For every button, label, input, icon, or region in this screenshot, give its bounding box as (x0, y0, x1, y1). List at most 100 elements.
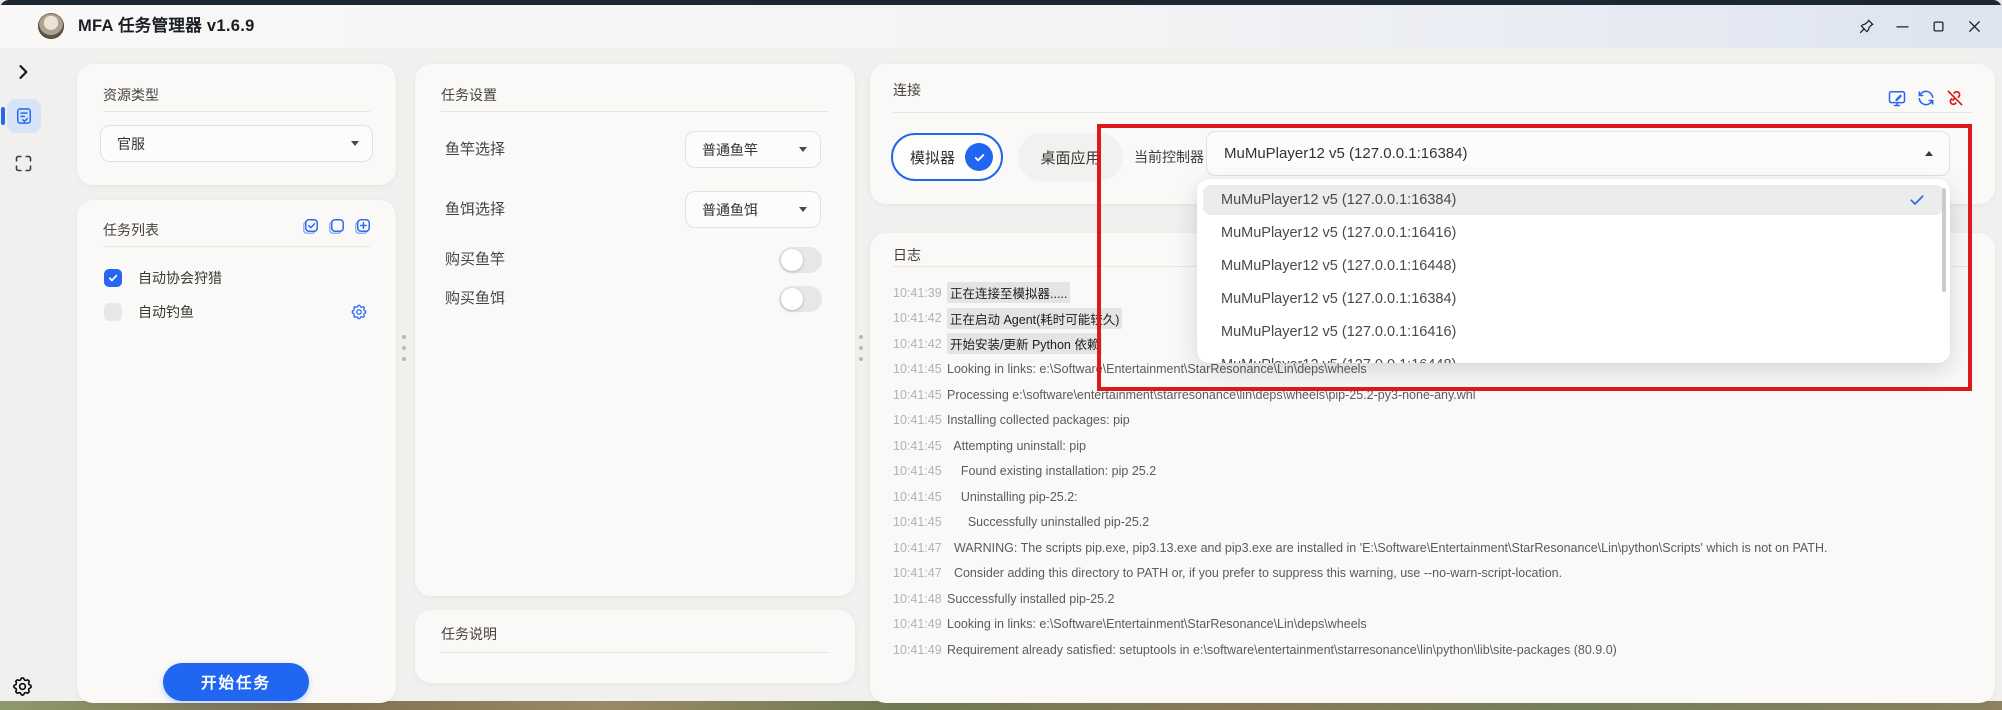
select-all-icon[interactable] (301, 217, 320, 236)
log-row: 10:41:48Successfully installed pip-25.2 (893, 586, 1972, 612)
log-time: 10:41:47 (893, 541, 947, 555)
log-message: Requirement already satisfied: setuptool… (947, 643, 1617, 657)
task-description-panel: 任务说明 (415, 610, 855, 683)
log-message: 正在连接至模拟器..... (947, 282, 1070, 303)
add-task-icon[interactable] (353, 217, 372, 236)
task-checkbox-checked[interactable] (104, 269, 122, 287)
dropdown-option-selected[interactable]: MuMuPlayer12 v5 (127.0.0.1:16384) (1203, 185, 1944, 215)
task-list-actions (301, 217, 372, 236)
panel-title: 资源类型 (103, 85, 159, 105)
task-settings-gear-icon[interactable] (350, 303, 368, 321)
titlebar[interactable]: MFA 任务管理器 v1.6.9 (0, 5, 2002, 48)
settings-gear-icon[interactable] (11, 675, 34, 698)
log-time: 10:41:45 (893, 515, 947, 529)
minimize-button[interactable] (1890, 15, 1914, 39)
log-time: 10:41:45 (893, 362, 947, 376)
bait-select-value: 普通鱼饵 (702, 200, 758, 220)
tab-desktop-app[interactable]: 桌面应用 (1018, 133, 1123, 181)
toggle-knob (781, 288, 803, 310)
dropdown-option[interactable]: MuMuPlayer12 v5 (127.0.0.1:16448) (1203, 251, 1944, 281)
dropdown-option[interactable]: MuMuPlayer12 v5 (127.0.0.1:16384) (1203, 284, 1944, 314)
chevron-down-icon (351, 141, 359, 146)
divider (441, 652, 829, 653)
refresh-icon[interactable] (1916, 88, 1936, 108)
log-time: 10:41:45 (893, 388, 947, 402)
task-list-panel: 任务列表 自动协会狩猎 自动钓鱼 开始任务 (77, 200, 396, 703)
log-message: Processing e:\software\entertainment\sta… (947, 388, 1476, 402)
tab-emulator-label: 模拟器 (910, 147, 955, 168)
chevron-down-icon (799, 147, 807, 152)
maximize-button[interactable] (1926, 15, 1950, 39)
task-label[interactable]: 自动钓鱼 (138, 302, 194, 322)
controller-label: 当前控制器 (1134, 133, 1204, 181)
dropdown-option-label: MuMuPlayer12 v5 (127.0.0.1:16416) (1221, 324, 1456, 340)
chevron-down-icon (799, 207, 807, 212)
panel-title: 任务列表 (103, 220, 159, 240)
log-row: 10:41:45 Successfully uninstalled pip-25… (893, 510, 1972, 536)
panel-title: 日志 (893, 245, 921, 265)
dropdown-option[interactable]: MuMuPlayer12 v5 (127.0.0.1:16416) (1203, 218, 1944, 248)
window-controls (1854, 5, 1986, 48)
buy-bait-toggle[interactable] (779, 286, 822, 312)
resource-type-panel: 资源类型 官服 (77, 64, 396, 185)
toggle-knob (781, 249, 803, 271)
log-time: 10:41:49 (893, 617, 947, 631)
log-message: Successfully uninstalled pip-25.2 (947, 515, 1149, 529)
dropdown-option-label: MuMuPlayer12 v5 (127.0.0.1:16416) (1221, 225, 1456, 241)
controller-select[interactable]: MuMuPlayer12 v5 (127.0.0.1:16384) (1206, 131, 1950, 176)
popup-scrollbar-thumb[interactable] (1942, 188, 1946, 292)
controller-select-value: MuMuPlayer12 v5 (127.0.0.1:16384) (1224, 145, 1467, 162)
resource-type-select[interactable]: 官服 (100, 125, 373, 162)
controller-dropdown-popup: MuMuPlayer12 v5 (127.0.0.1:16384) MuMuPl… (1197, 179, 1950, 363)
rod-select-value: 普通鱼竿 (702, 140, 758, 160)
task-checkbox-unchecked[interactable] (104, 303, 122, 321)
log-time: 10:41:42 (893, 337, 947, 351)
disconnect-link-slash-icon[interactable] (1945, 88, 1965, 108)
window-top-edge (0, 0, 2002, 5)
task-settings-panel: 任务设置 鱼竿选择 普通鱼竿 鱼饵选择 普通鱼饵 购买鱼竿 购买鱼饵 (415, 64, 855, 596)
panel-title: 任务设置 (441, 85, 497, 105)
sidebar-item-screenshot[interactable] (13, 153, 34, 174)
log-time: 10:41:45 (893, 464, 947, 478)
app-logo-icon (38, 13, 64, 39)
check-icon (1908, 191, 1926, 209)
log-message: Found existing installation: pip 25.2 (947, 464, 1156, 478)
log-row: 10:41:45 Uninstalling pip-25.2: (893, 484, 1972, 510)
tab-emulator[interactable]: 模拟器 (891, 133, 1003, 181)
dropdown-option-label: MuMuPlayer12 v5 (127.0.0.1:16448) (1221, 258, 1456, 274)
rod-select[interactable]: 普通鱼竿 (685, 131, 821, 168)
deselect-all-icon[interactable] (327, 217, 346, 236)
buy-bait-label: 购买鱼饵 (445, 286, 505, 312)
divider (893, 112, 1972, 113)
app-window: MFA 任务管理器 v1.6.9 资源类型 (0, 0, 2002, 710)
task-row: 自动协会狩猎 (104, 266, 370, 290)
rod-select-label: 鱼竿选择 (445, 131, 505, 168)
buy-rod-label: 购买鱼竿 (445, 247, 505, 273)
log-message: Successfully installed pip-25.2 (947, 592, 1114, 606)
close-button[interactable] (1962, 15, 1986, 39)
divider (103, 246, 370, 247)
dropdown-option[interactable]: MuMuPlayer12 v5 (127.0.0.1:16416) (1203, 317, 1944, 347)
log-row: 10:41:45 Attempting uninstall: pip (893, 433, 1972, 459)
edit-screen-icon[interactable] (1887, 88, 1907, 108)
connection-actions (1887, 88, 1965, 108)
resource-type-value: 官服 (117, 134, 145, 154)
sidebar-active-indicator (1, 107, 5, 125)
task-list-icon[interactable] (14, 106, 34, 126)
selected-check-badge-icon (965, 143, 993, 171)
log-row: 10:41:45Processing e:\software\entertain… (893, 382, 1972, 408)
buy-rod-toggle[interactable] (779, 247, 822, 273)
column-resize-handle[interactable] (858, 335, 864, 361)
task-label[interactable]: 自动协会狩猎 (138, 268, 222, 288)
tab-desktop-label: 桌面应用 (1040, 147, 1100, 168)
log-message: Looking in links: e:\Software\Entertainm… (947, 617, 1367, 631)
dropdown-option[interactable]: MuMuPlayer12 v5 (127.0.0.1:16448) (1203, 350, 1944, 363)
sidebar-expand-chevron-icon[interactable] (13, 62, 33, 82)
pin-icon[interactable] (1854, 15, 1878, 39)
column-resize-handle[interactable] (401, 335, 407, 361)
start-task-button[interactable]: 开始任务 (163, 663, 309, 701)
bait-select[interactable]: 普通鱼饵 (685, 191, 821, 228)
log-row: 10:41:45Installing collected packages: p… (893, 408, 1972, 434)
log-message: 开始安装/更新 Python 依赖 (947, 333, 1102, 354)
chevron-up-icon (1925, 151, 1933, 156)
